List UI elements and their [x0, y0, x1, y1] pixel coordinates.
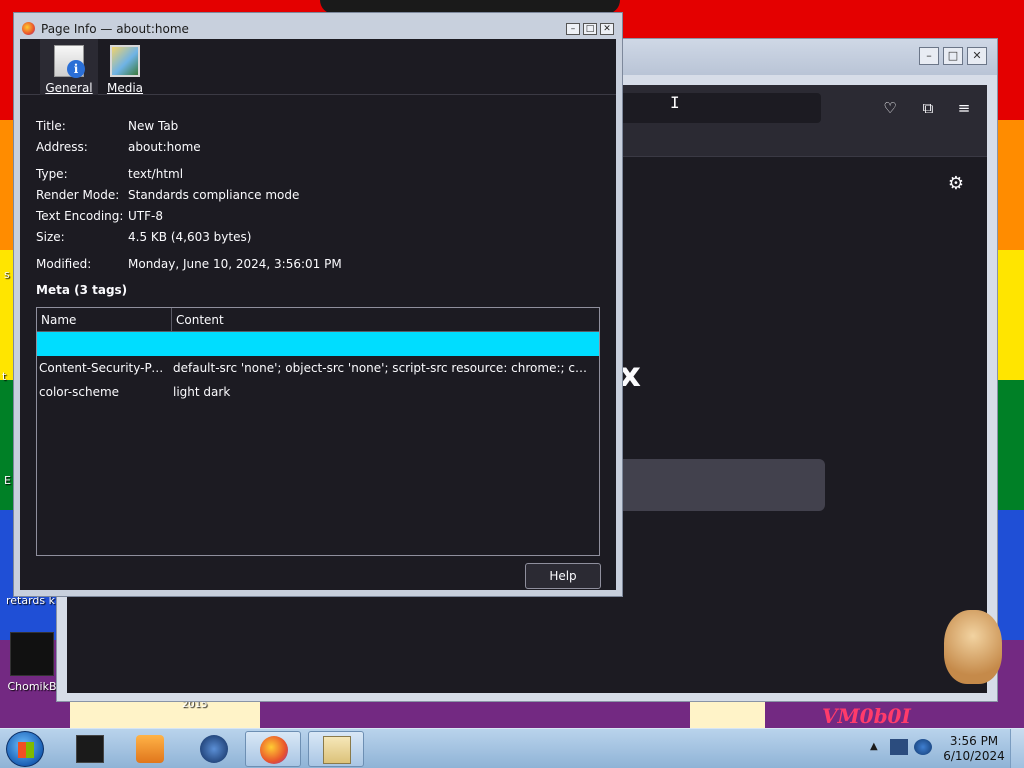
terminal-icon [76, 735, 104, 763]
modified-value: Monday, June 10, 2024, 3:56:01 PM [128, 257, 342, 271]
text-cursor-icon: I [670, 93, 680, 112]
start-button[interactable] [6, 731, 44, 767]
column-header-name[interactable]: Name [37, 308, 171, 332]
newtab-search-box[interactable] [605, 459, 825, 511]
table-row[interactable]: Content-Security-Polic... default-src 'n… [37, 356, 599, 380]
tray-expand-icon[interactable]: ▲ [870, 741, 878, 752]
wallpaper-cream-shape [690, 700, 765, 728]
hamster-sticker-image [944, 610, 1002, 684]
media-player-icon [136, 735, 164, 763]
page-info-dialog[interactable]: Page Info — about:home – □ ✕ i General M… [13, 12, 623, 597]
table-row-selected[interactable] [37, 332, 599, 356]
info-document-icon: i [54, 45, 85, 78]
tab-label: Media [106, 81, 144, 95]
address-value: about:home [128, 140, 201, 154]
volume-icon[interactable] [914, 739, 932, 755]
tab-media[interactable]: Media [96, 39, 154, 95]
tab-strip: i General Media [20, 39, 616, 95]
taskbar: ▲ 3:56 PM 6/10/2024 [0, 728, 1024, 768]
show-desktop-button[interactable] [1010, 729, 1024, 768]
meta-content-cell: light dark [173, 385, 231, 399]
meta-name-cell: Content-Security-Polic... [39, 361, 169, 375]
close-button[interactable]: ✕ [967, 47, 987, 65]
dialog-titlebar[interactable]: Page Info — about:home – □ ✕ [14, 13, 622, 39]
column-header-content[interactable]: Content [172, 308, 599, 332]
encoding-label: Text Encoding: [36, 209, 124, 223]
maximize-button[interactable]: □ [943, 47, 963, 65]
minimize-button[interactable]: – [919, 47, 939, 65]
folder-icon [10, 632, 54, 676]
taskbar-app-media-player[interactable] [122, 731, 178, 767]
dialog-body: i General Media Title: New Tab Address: … [20, 39, 616, 590]
render-mode-value: Standards compliance mode [128, 188, 300, 202]
media-image-icon [110, 45, 140, 77]
taskbar-app-globe[interactable] [186, 731, 242, 767]
maximize-button[interactable]: □ [583, 23, 597, 35]
title-label: Title: [36, 119, 66, 133]
meta-table[interactable]: Name Content Content-Security-Polic... d… [36, 307, 600, 556]
title-value: New Tab [128, 119, 179, 133]
desktop-icon-label: ChomikB [7, 680, 57, 693]
taskbar-clock[interactable]: 3:56 PM 6/10/2024 [942, 734, 1006, 764]
desktop-text-fragment: E [4, 474, 11, 487]
size-label: Size: [36, 230, 65, 244]
tab-label: General [45, 81, 93, 95]
clock-time: 3:56 PM [949, 734, 999, 748]
close-button[interactable]: ✕ [600, 23, 614, 35]
minimize-button[interactable]: – [566, 23, 580, 35]
meta-heading: Meta (3 tags) [36, 283, 128, 297]
windows-logo-icon [18, 742, 34, 758]
pocket-icon[interactable]: ♡ [879, 97, 901, 119]
taskbar-app-terminal[interactable] [62, 731, 118, 767]
dialog-title: Page Info — about:home [41, 22, 189, 36]
desktop-icon-chomik[interactable]: ChomikB [2, 632, 62, 693]
meta-content-cell: default-src 'none'; object-src 'none'; s… [173, 361, 593, 375]
tab-general[interactable]: i General [40, 39, 98, 95]
type-label: Type: [36, 167, 68, 181]
menu-icon[interactable]: ≡ [953, 97, 975, 119]
firefox-logo-icon [22, 22, 35, 35]
desktop-text-fragment: s [4, 268, 10, 281]
clock-date: 6/10/2024 [943, 749, 1005, 763]
render-mode-label: Render Mode: [36, 188, 120, 202]
wallpaper-cream-shape [70, 700, 260, 728]
size-value: 4.5 KB (4,603 bytes) [128, 230, 252, 244]
meta-name-cell: color-scheme [39, 385, 120, 399]
encoding-value: UTF-8 [128, 209, 163, 223]
table-row[interactable]: color-scheme light dark [37, 380, 599, 404]
type-value: text/html [128, 167, 184, 181]
settings-gear-icon[interactable]: ⚙ [945, 173, 967, 195]
extensions-icon[interactable]: ⧉ [917, 97, 939, 119]
modified-label: Modified: [36, 257, 92, 271]
desktop-text-fragment: t [2, 370, 7, 383]
help-button[interactable]: Help [525, 563, 601, 589]
globe-icon [200, 735, 228, 763]
wallpaper-watermark: VM0b0I [822, 704, 911, 728]
taskbar-app-page-info[interactable] [308, 731, 364, 767]
window-icon [323, 736, 351, 764]
firefox-icon [260, 736, 288, 764]
taskbar-app-firefox[interactable] [245, 731, 301, 767]
network-icon[interactable] [890, 739, 908, 755]
table-header: Name Content [37, 308, 599, 332]
address-label: Address: [36, 140, 88, 154]
